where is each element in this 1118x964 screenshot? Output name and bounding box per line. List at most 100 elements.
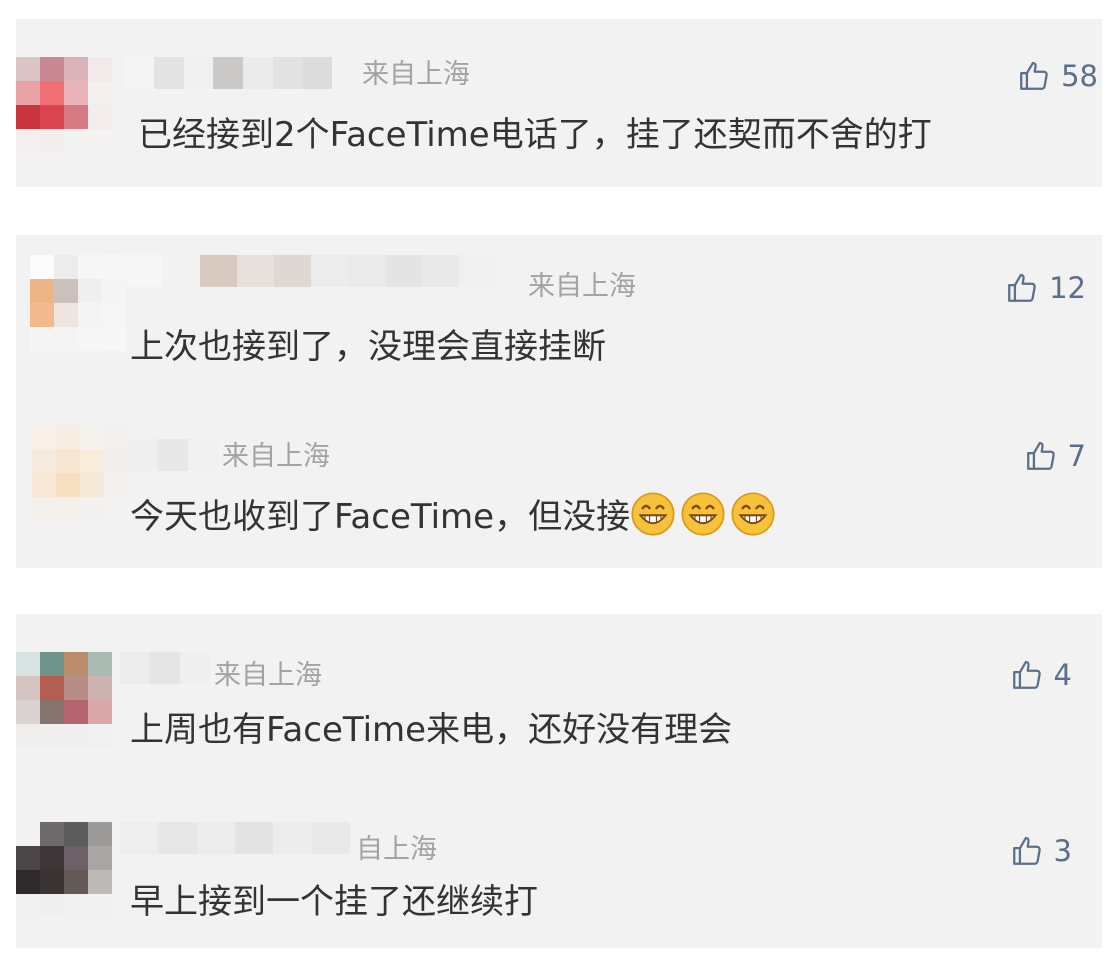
comment-location: 来自上海: [362, 59, 470, 90]
comment-text: 早上接到一个挂了还继续打: [130, 882, 538, 922]
avatar-pixel: [16, 81, 40, 105]
avatar-pixel: [102, 303, 126, 327]
avatar-pixel: [40, 894, 64, 918]
avatar-pixel: [16, 105, 40, 129]
avatar-pixel: [54, 303, 78, 327]
avatar-pixel: [16, 129, 40, 153]
avatar-pixel: [56, 449, 80, 473]
avatar-pixel: [104, 473, 128, 497]
username-blurred[interactable]: [120, 822, 350, 854]
avatar-pixel: [78, 303, 102, 327]
avatar[interactable]: [32, 425, 128, 521]
avatar-pixel: [64, 81, 88, 105]
username-blurred[interactable]: [126, 255, 496, 287]
avatar-pixel: [30, 255, 54, 279]
avatar-pixel: [104, 497, 128, 521]
emoji-group: [630, 492, 780, 537]
avatar-pixel: [30, 279, 54, 303]
avatar-pixel: [56, 425, 80, 449]
avatar[interactable]: [16, 822, 112, 918]
avatar-pixel: [78, 255, 102, 279]
avatar-pixel: [102, 327, 126, 351]
comment-location: 来自上海: [214, 660, 322, 691]
avatar-pixel: [16, 676, 40, 700]
avatar-pixel: [64, 129, 88, 153]
avatar-pixel: [102, 255, 126, 279]
username-blurred[interactable]: [120, 652, 210, 684]
avatar-pixel: [88, 822, 112, 846]
like-button[interactable]: 58: [1017, 59, 1098, 93]
avatar-pixel: [78, 279, 102, 303]
thumbs-up-outline-icon: [1010, 658, 1044, 692]
avatar-pixel: [32, 473, 56, 497]
avatar-pixel: [40, 724, 64, 748]
avatar-pixel: [88, 676, 112, 700]
avatar-pixel: [88, 700, 112, 724]
like-count: 7: [1067, 439, 1086, 473]
avatar-pixel: [64, 894, 88, 918]
avatar-pixel: [16, 870, 40, 894]
avatar-pixel: [56, 473, 80, 497]
avatar-pixel: [16, 822, 40, 846]
comment-card: 来自上海 58 已经接到2个FaceTime电话了，挂了还契而不舍的打: [16, 19, 1102, 187]
avatar-pixel: [30, 303, 54, 327]
like-button[interactable]: 7: [1024, 439, 1086, 473]
avatar-pixel: [80, 497, 104, 521]
avatar-pixel: [80, 473, 104, 497]
avatar-pixel: [40, 57, 64, 81]
avatar-pixel: [40, 822, 64, 846]
avatar-pixel: [40, 652, 64, 676]
like-count: 58: [1061, 59, 1098, 93]
avatar-pixel: [40, 676, 64, 700]
avatar-pixel: [56, 497, 80, 521]
avatar-pixel: [16, 57, 40, 81]
like-button[interactable]: 3: [1010, 834, 1072, 868]
avatar-pixel: [16, 894, 40, 918]
avatar-pixel: [88, 105, 112, 129]
username-blurred[interactable]: [128, 439, 218, 471]
avatar-pixel: [64, 724, 88, 748]
avatar-pixel: [88, 57, 112, 81]
comment-item: 来自上海 4 上周也有FaceTime来电，还好没有理会: [16, 614, 1102, 784]
avatar[interactable]: [16, 652, 112, 748]
like-button[interactable]: 4: [1010, 658, 1072, 692]
like-count: 4: [1053, 658, 1072, 692]
grinning-face-emoji: [731, 492, 775, 536]
avatar-pixel: [64, 105, 88, 129]
comment-text: 今天也收到了FaceTime，但没接: [130, 491, 780, 539]
avatar-pixel: [64, 652, 88, 676]
avatar[interactable]: [30, 255, 126, 351]
comment-location: 自上海: [356, 834, 437, 865]
avatar-pixel: [40, 870, 64, 894]
thumbs-up-outline-icon: [1005, 271, 1039, 305]
comment-text-body: 今天也收到了FaceTime，但没接: [130, 497, 631, 537]
comment-item: 来自上海 7 今天也收到了FaceTime，但没接: [16, 425, 1102, 568]
avatar-pixel: [104, 449, 128, 473]
avatar-pixel: [54, 255, 78, 279]
comment-text: 上周也有FaceTime来电，还好没有理会: [130, 710, 733, 750]
thumbs-up-outline-icon: [1024, 439, 1058, 473]
thumbs-up-outline-icon: [1010, 834, 1044, 868]
avatar-pixel: [30, 327, 54, 351]
comment-location: 来自上海: [222, 441, 330, 472]
like-count: 3: [1053, 834, 1072, 868]
username-blurred[interactable]: [124, 57, 362, 89]
avatar-pixel: [88, 129, 112, 153]
avatar-pixel: [40, 846, 64, 870]
avatar-pixel: [88, 652, 112, 676]
grinning-face-emoji: [681, 492, 725, 536]
avatar-pixel: [32, 449, 56, 473]
avatar-pixel: [32, 425, 56, 449]
avatar-pixel: [102, 279, 126, 303]
thumbs-up-outline-icon: [1017, 59, 1051, 93]
like-count: 12: [1049, 271, 1086, 305]
avatar-pixel: [64, 57, 88, 81]
avatar[interactable]: [16, 57, 112, 153]
like-button[interactable]: 12: [1005, 271, 1086, 305]
avatar-pixel: [78, 327, 102, 351]
comment-text: 上次也接到了，没理会直接挂断: [130, 327, 606, 367]
comment-item: 来自上海 12 上次也接到了，没理会直接挂断: [16, 235, 1102, 405]
avatar-pixel: [54, 327, 78, 351]
avatar-pixel: [16, 724, 40, 748]
avatar-pixel: [64, 846, 88, 870]
